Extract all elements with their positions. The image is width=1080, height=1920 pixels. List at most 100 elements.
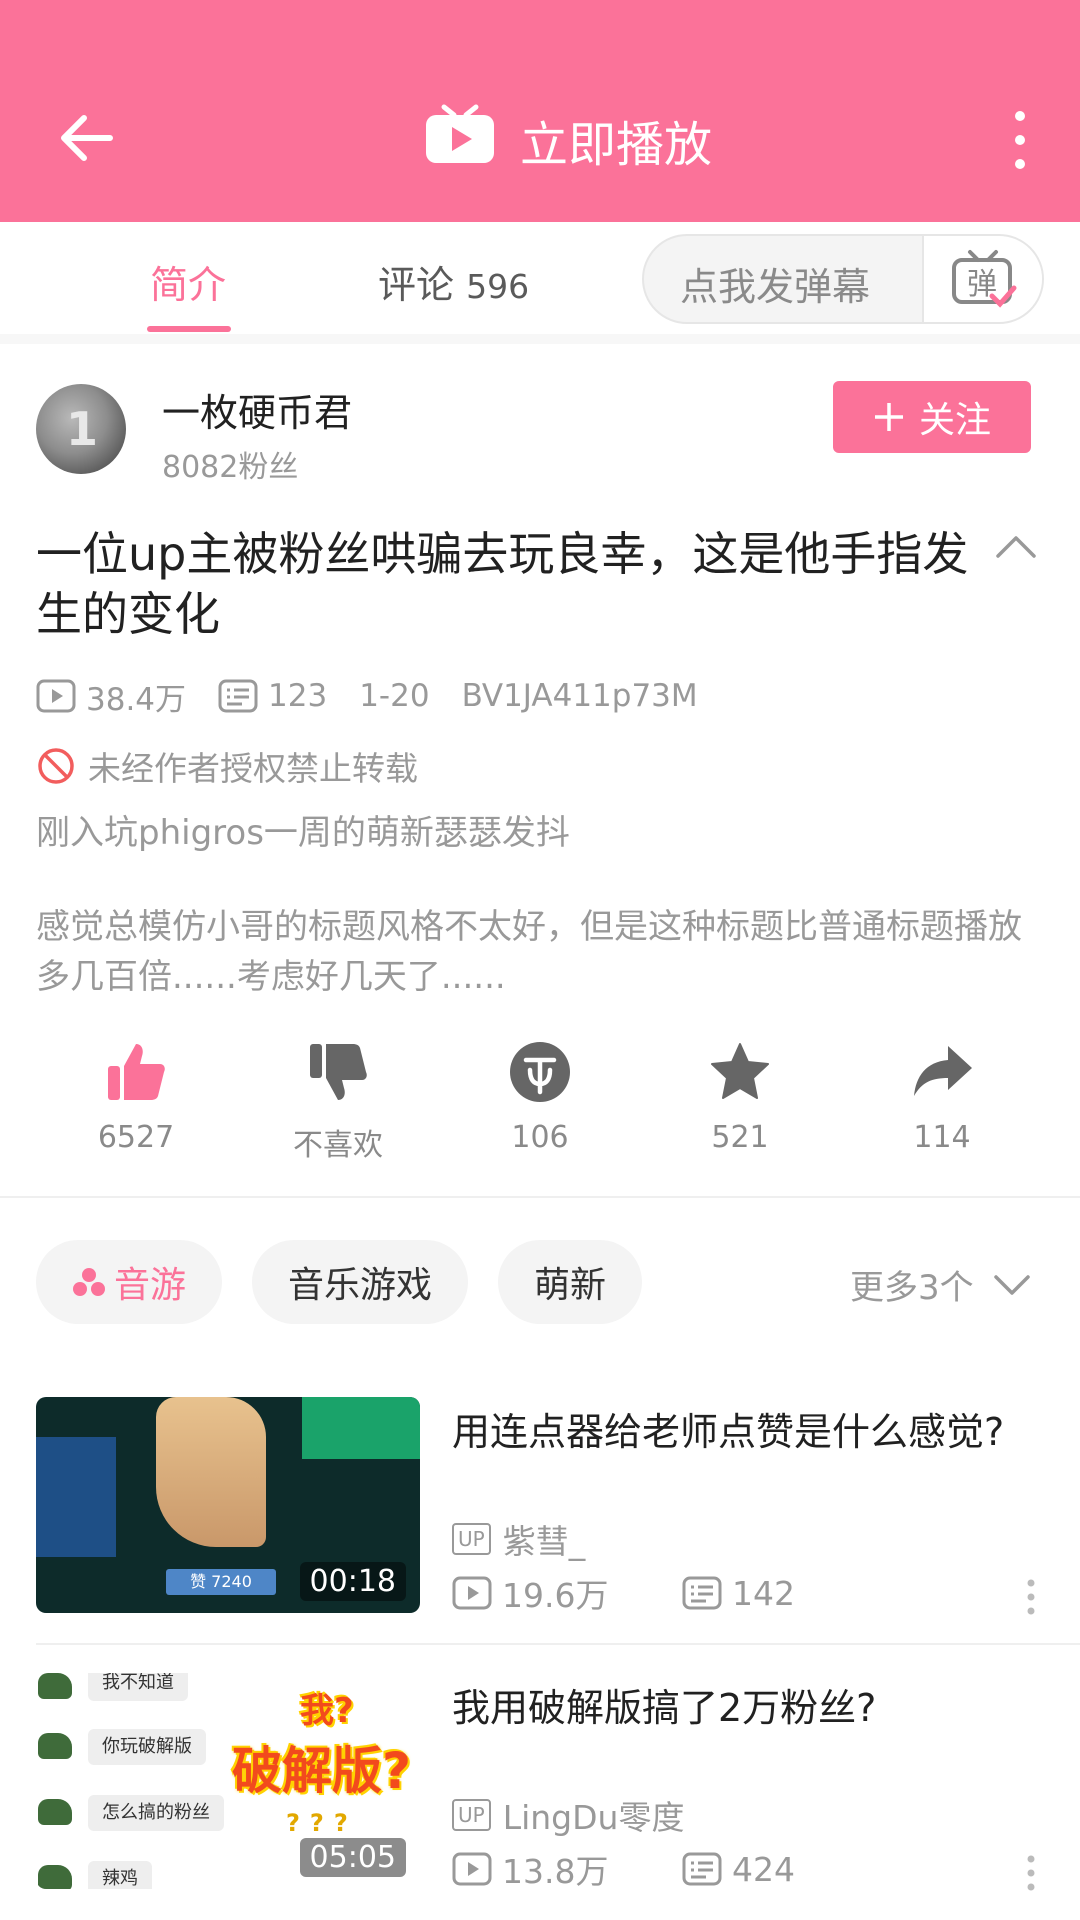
thumb-chat-bubble: 辣鸡 bbox=[88, 1861, 152, 1889]
follow-button[interactable]: 关注 bbox=[833, 381, 1031, 453]
thumb-like-badge: 赞 7240 bbox=[166, 1569, 276, 1595]
danmaku-count-icon bbox=[682, 1852, 722, 1886]
more-vert-icon[interactable] bbox=[1026, 1579, 1036, 1615]
related-video-card[interactable]: 我不知道 你玩破解版 怎么搞的粉丝 辣鸡 我? 破解版? ??? 05:05 我… bbox=[36, 1673, 1044, 1891]
play-now-button[interactable]: 立即播放 bbox=[424, 100, 712, 180]
play-count-icon bbox=[36, 679, 76, 713]
like-button[interactable]: 6527 bbox=[46, 1040, 226, 1155]
avatar-coin-glyph: 1 bbox=[66, 402, 99, 456]
coin-button[interactable]: 106 bbox=[450, 1040, 630, 1155]
tab-active-indicator bbox=[147, 326, 231, 332]
share-arrow-icon bbox=[914, 1046, 972, 1096]
related-danmaku: 424 bbox=[682, 1850, 912, 1889]
back-arrow-icon[interactable] bbox=[48, 100, 128, 180]
fans-count: 8082粉丝 bbox=[162, 450, 299, 485]
video-title: 一位up主被粉丝哄骗去玩良幸，这是他手指发生的变化 bbox=[36, 527, 969, 641]
view-count-value: 38.4万 bbox=[86, 681, 187, 718]
tag-rhythm-game[interactable]: 音游 bbox=[36, 1240, 222, 1324]
related-video-title: 用连点器给老师点赞是什么感觉? bbox=[452, 1410, 1005, 1454]
play-now-label: 立即播放 bbox=[520, 117, 713, 173]
dino-sticker bbox=[38, 1733, 72, 1759]
play-count-icon bbox=[452, 1576, 492, 1610]
list-divider bbox=[36, 1643, 1080, 1645]
share-count: 114 bbox=[913, 1120, 971, 1155]
related-views: 13.8万 bbox=[452, 1845, 682, 1893]
related-uploader[interactable]: UP LingDu零度 bbox=[452, 1791, 684, 1839]
tab-comments-label: 评论 bbox=[378, 263, 455, 307]
view-count: 38.4万 bbox=[36, 674, 186, 719]
author-name[interactable]: 一枚硬币君 bbox=[162, 382, 352, 437]
tabs-divider bbox=[0, 334, 1080, 344]
video-duration: 05:05 bbox=[299, 1838, 406, 1877]
video-description: 刚入坑phigros一周的萌新瑟瑟发抖 感觉总模仿小哥的标题风格不太好，但是这种… bbox=[36, 808, 1046, 1002]
related-video-card[interactable]: 赞 7240 00:18 用连点器给老师点赞是什么感觉? UP 紫彗_ 19.6… bbox=[36, 1397, 1044, 1615]
related-views: 19.6万 bbox=[452, 1569, 682, 1617]
thumb-chat-bubble: 怎么搞的粉丝 bbox=[88, 1795, 224, 1831]
like-count: 6527 bbox=[97, 1120, 175, 1155]
video-thumbnail[interactable]: 赞 7240 00:18 bbox=[36, 1397, 420, 1613]
thumb-shape bbox=[302, 1397, 420, 1459]
danmaku-input[interactable]: 点我发弹幕 弹 bbox=[642, 234, 1044, 324]
thumbs-down-icon bbox=[310, 1044, 367, 1100]
thumb-caption-small: 我? bbox=[300, 1691, 354, 1731]
up-badge: UP bbox=[452, 1523, 491, 1555]
copyright-notice: 未经作者授权禁止转载 bbox=[36, 742, 418, 790]
action-bar: 6527 不喜欢 106 521 114 bbox=[0, 1040, 1080, 1170]
tag-label: 音游 bbox=[113, 1265, 186, 1306]
tab-comments-count: 596 bbox=[466, 267, 530, 306]
related-stats: 13.8万 424 bbox=[452, 1845, 912, 1893]
related-danmaku-value: 142 bbox=[732, 1573, 795, 1613]
thumb-shape bbox=[156, 1397, 266, 1547]
tag-newbie[interactable]: 萌新 bbox=[498, 1240, 642, 1324]
thumb-caption-question: ??? bbox=[286, 1809, 358, 1837]
tv-icon bbox=[424, 103, 496, 177]
thumb-caption-big: 破解版? bbox=[232, 1742, 412, 1800]
thumb-chat-bubble: 你玩破解版 bbox=[88, 1729, 206, 1765]
avatar[interactable]: 1 bbox=[36, 384, 126, 474]
related-views-value: 19.6万 bbox=[502, 1576, 609, 1615]
danmaku-count-icon bbox=[682, 1576, 722, 1610]
favorite-button[interactable]: 521 bbox=[650, 1040, 830, 1155]
more-tags-label: 更多3个 bbox=[850, 1268, 974, 1308]
dino-sticker bbox=[38, 1865, 72, 1889]
video-meta: 38.4万 123 1-20 BV1JA411p73M bbox=[36, 672, 730, 720]
channel-icon bbox=[72, 1268, 105, 1296]
related-uploader[interactable]: UP 紫彗_ bbox=[452, 1515, 585, 1563]
chevron-up-icon[interactable] bbox=[994, 532, 1038, 562]
more-tags-button[interactable]: 更多3个 bbox=[850, 1260, 1032, 1309]
dislike-button[interactable]: 不喜欢 bbox=[248, 1040, 428, 1164]
danmaku-count: 123 bbox=[218, 678, 327, 714]
uploader-name: LingDu零度 bbox=[502, 1798, 685, 1837]
video-thumbnail[interactable]: 我不知道 你玩破解版 怎么搞的粉丝 辣鸡 我? 破解版? ??? 05:05 bbox=[36, 1673, 420, 1889]
coin-icon bbox=[510, 1042, 570, 1102]
play-count-icon bbox=[452, 1852, 492, 1886]
dino-sticker bbox=[38, 1673, 72, 1699]
related-danmaku-value: 424 bbox=[732, 1849, 795, 1889]
video-duration: 00:18 bbox=[299, 1562, 406, 1601]
tab-intro[interactable]: 简介 bbox=[150, 254, 226, 309]
desc-line-2: 感觉总模仿小哥的标题风格不太好，但是这种标题比普通标题播放多几百倍......考… bbox=[36, 907, 1022, 997]
copyright-notice-text: 未经作者授权禁止转载 bbox=[88, 749, 418, 788]
bvid: BV1JA411p73M bbox=[461, 678, 698, 714]
plus-icon bbox=[874, 403, 903, 431]
danmaku-count-icon bbox=[218, 679, 258, 713]
related-danmaku: 142 bbox=[682, 1574, 912, 1613]
tag-music-game[interactable]: 音乐游戏 bbox=[252, 1240, 468, 1324]
forbidden-icon bbox=[38, 748, 74, 784]
tab-comments[interactable]: 评论 596 bbox=[378, 254, 529, 309]
favorite-count: 521 bbox=[711, 1120, 769, 1155]
more-vert-icon[interactable] bbox=[1026, 1855, 1036, 1891]
coin-count: 106 bbox=[511, 1120, 569, 1155]
danmaku-icon: 弹 bbox=[952, 250, 1017, 308]
related-views-value: 13.8万 bbox=[502, 1852, 609, 1891]
danmaku-toggle-button[interactable]: 弹 bbox=[922, 236, 1042, 322]
related-stats: 19.6万 142 bbox=[452, 1569, 912, 1617]
dino-sticker bbox=[38, 1799, 72, 1825]
publish-date: 1-20 bbox=[359, 678, 430, 714]
thumb-shape bbox=[36, 1437, 116, 1557]
chevron-down-icon bbox=[993, 1274, 1030, 1295]
share-button[interactable]: 114 bbox=[852, 1040, 1032, 1155]
more-vert-icon[interactable] bbox=[1000, 104, 1040, 176]
star-icon bbox=[711, 1043, 769, 1099]
related-video-title: 我用破解版搞了2万粉丝? bbox=[452, 1686, 877, 1730]
